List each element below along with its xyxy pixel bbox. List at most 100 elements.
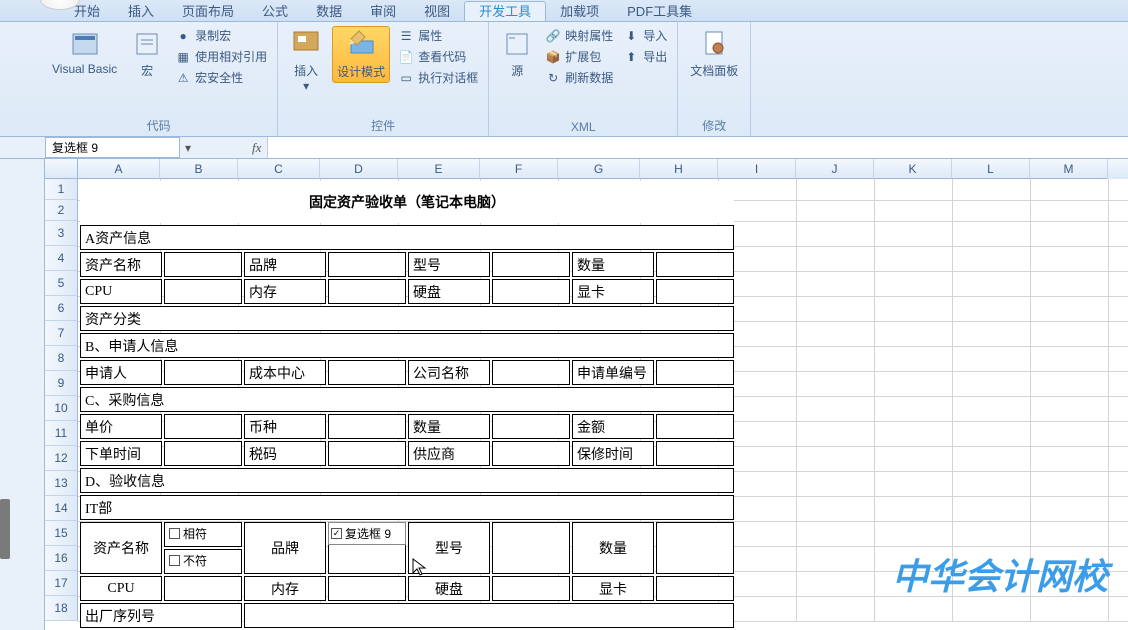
row-header-8[interactable]: 8 (45, 346, 78, 371)
watermark: 中华会计网校 (892, 548, 1108, 600)
export-button[interactable]: ⬆导出 (621, 47, 669, 66)
row-header-5[interactable]: 5 (45, 271, 78, 296)
xml-source-icon (501, 28, 533, 60)
tab-9[interactable]: PDF工具集 (613, 2, 706, 21)
relative-icon: ▦ (175, 49, 191, 65)
run-dialog-button[interactable]: ▭执行对话框 (396, 68, 480, 87)
row-headers: 123456789101112131415161718 (45, 179, 78, 621)
col-header-H[interactable]: H (640, 159, 718, 179)
ribbon: Visual Basic 宏 ●录制宏 ▦使用相对引用 ⚠宏安全性 代码 插入▾… (0, 22, 1128, 137)
row-header-2[interactable]: 2 (45, 200, 78, 221)
row-header-10[interactable]: 10 (45, 396, 78, 421)
ribbon-tabs: 开始插入页面布局公式数据审阅视图开发工具加载项PDF工具集 (0, 0, 1128, 22)
checkbox-match[interactable]: 相符 (169, 525, 207, 542)
col-header-K[interactable]: K (874, 159, 952, 179)
map-icon: 🔗 (545, 28, 561, 44)
formula-bar: 复选框 9 ▾ fx (0, 137, 1128, 159)
ribbon-group-code: Visual Basic 宏 ●录制宏 ▦使用相对引用 ⚠宏安全性 代码 (40, 22, 278, 136)
col-header-M[interactable]: M (1030, 159, 1108, 179)
dialog-icon: ▭ (398, 70, 414, 86)
col-header-B[interactable]: B (160, 159, 238, 179)
code-icon: 📄 (398, 49, 414, 65)
tab-1[interactable]: 插入 (114, 2, 168, 21)
refresh-icon: ↻ (545, 70, 561, 86)
ribbon-group-controls: 插入▾ 设计模式 ☰属性 📄查看代码 ▭执行对话框 控件 (278, 22, 489, 136)
col-header-L[interactable]: L (952, 159, 1030, 179)
name-box[interactable]: 复选框 9 (45, 137, 180, 158)
record-icon: ● (175, 28, 191, 44)
macro-security-button[interactable]: ⚠宏安全性 (173, 68, 269, 87)
col-header-J[interactable]: J (796, 159, 874, 179)
tab-8[interactable]: 加载项 (546, 2, 613, 21)
design-mode-button[interactable]: 设计模式 (332, 26, 390, 83)
column-headers: ABCDEFGHIJKLM (45, 159, 1128, 179)
fx-label[interactable]: fx (252, 140, 267, 156)
section-d: D、验收信息 (80, 468, 734, 493)
row-header-14[interactable]: 14 (45, 496, 78, 521)
row-header-4[interactable]: 4 (45, 246, 78, 271)
row-header-15[interactable]: 15 (45, 521, 78, 546)
import-icon: ⬇ (623, 28, 639, 44)
formula-input[interactable] (267, 137, 1128, 158)
record-macro-button[interactable]: ●录制宏 (173, 26, 269, 45)
properties-button[interactable]: ☰属性 (396, 26, 480, 45)
insert-control-icon (290, 28, 322, 60)
macros-button[interactable]: 宏 (127, 26, 167, 81)
left-margin (0, 159, 45, 630)
row-header-13[interactable]: 13 (45, 471, 78, 496)
tab-3[interactable]: 公式 (248, 2, 302, 21)
col-header-I[interactable]: I (718, 159, 796, 179)
section-c: C、采购信息 (80, 387, 734, 412)
security-icon: ⚠ (175, 70, 191, 86)
form-title: 固定资产验收单（笔记本电脑） (80, 181, 734, 223)
tab-6[interactable]: 视图 (410, 2, 464, 21)
row-header-16[interactable]: 16 (45, 546, 78, 571)
visual-basic-icon (69, 28, 101, 60)
name-box-dropdown[interactable]: ▾ (180, 141, 196, 155)
tab-7[interactable]: 开发工具 (464, 1, 546, 21)
row-header-17[interactable]: 17 (45, 571, 78, 596)
row-header-18[interactable]: 18 (45, 596, 78, 621)
tab-scroller[interactable] (0, 499, 10, 559)
export-icon: ⬆ (623, 49, 639, 65)
col-header-G[interactable]: G (558, 159, 640, 179)
checkbox-9-selected[interactable]: ✓复选框 9 (329, 523, 405, 544)
col-header-D[interactable]: D (320, 159, 398, 179)
properties-icon: ☰ (398, 28, 414, 44)
use-relative-button[interactable]: ▦使用相对引用 (173, 47, 269, 66)
section-b: B、申请人信息 (80, 333, 734, 358)
insert-control-button[interactable]: 插入▾ (286, 26, 326, 95)
checkbox-nomatch[interactable]: 不符 (169, 552, 207, 569)
form-table: 固定资产验收单（笔记本电脑） A资产信息 资产名称 品牌 型号 数量 CPU 内… (78, 179, 736, 630)
ribbon-group-xml: 源 🔗映射属性 📦扩展包 ↻刷新数据 ⬇导入 ⬆导出 XML (489, 22, 678, 136)
row-header-9[interactable]: 9 (45, 371, 78, 396)
import-button[interactable]: ⬇导入 (621, 26, 669, 45)
map-properties-button[interactable]: 🔗映射属性 (543, 26, 615, 45)
row-header-1[interactable]: 1 (45, 179, 78, 200)
expansion-icon: 📦 (545, 49, 561, 65)
view-code-button[interactable]: 📄查看代码 (396, 47, 480, 66)
visual-basic-button[interactable]: Visual Basic (48, 26, 121, 78)
refresh-data-button[interactable]: ↻刷新数据 (543, 68, 615, 87)
xml-source-button[interactable]: 源 (497, 26, 537, 81)
row-header-11[interactable]: 11 (45, 421, 78, 446)
tab-4[interactable]: 数据 (302, 2, 356, 21)
col-header-A[interactable]: A (78, 159, 160, 179)
ribbon-group-modify: 文档面板 修改 (678, 22, 751, 136)
design-mode-icon (345, 29, 377, 61)
row-header-7[interactable]: 7 (45, 321, 78, 346)
select-all-corner[interactable] (45, 159, 78, 179)
tab-2[interactable]: 页面布局 (168, 2, 248, 21)
row-header-12[interactable]: 12 (45, 446, 78, 471)
col-header-E[interactable]: E (398, 159, 480, 179)
doc-panel-button[interactable]: 文档面板 (686, 26, 742, 81)
tab-5[interactable]: 审阅 (356, 2, 410, 21)
col-header-C[interactable]: C (238, 159, 320, 179)
doc-panel-icon (698, 28, 730, 60)
expansion-button[interactable]: 📦扩展包 (543, 47, 615, 66)
row-header-6[interactable]: 6 (45, 296, 78, 321)
macros-icon (131, 28, 163, 60)
section-a: A资产信息 (80, 225, 734, 250)
row-header-3[interactable]: 3 (45, 221, 78, 246)
col-header-F[interactable]: F (480, 159, 558, 179)
